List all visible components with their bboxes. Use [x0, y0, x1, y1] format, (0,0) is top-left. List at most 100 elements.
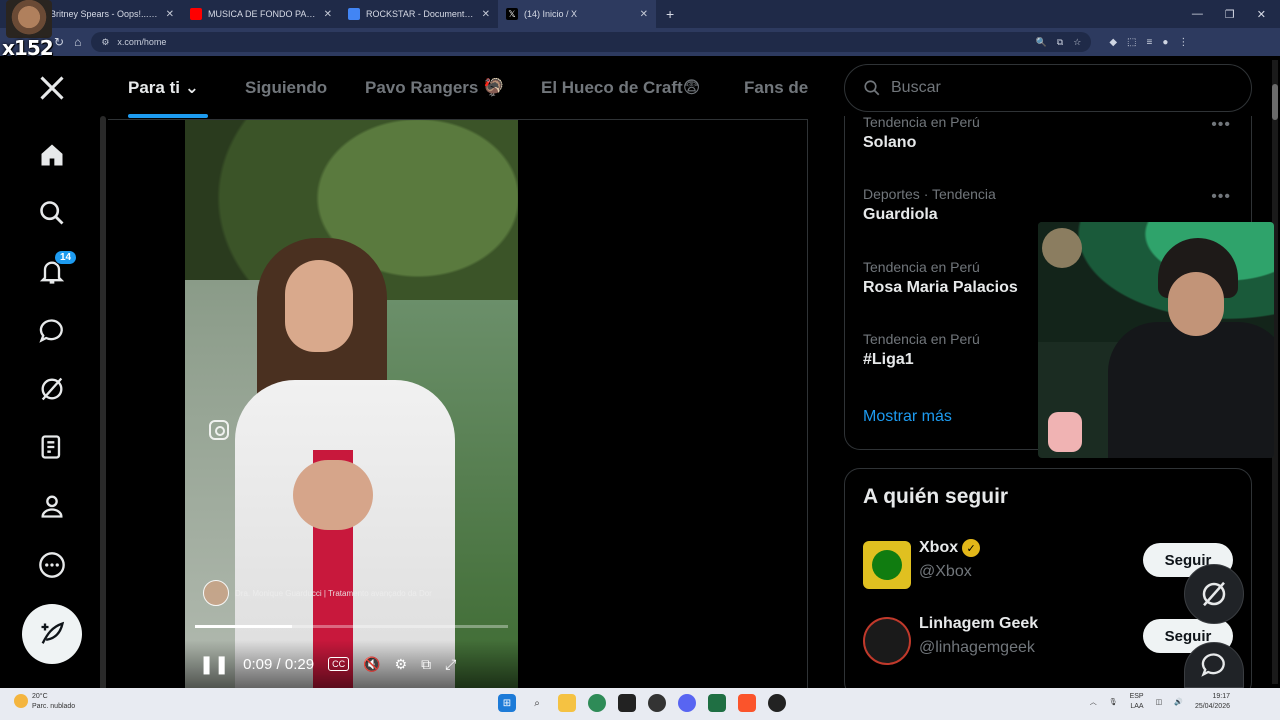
video-time: 0:09 / 0:29 — [243, 655, 315, 673]
site-settings-icon[interactable]: ⚙ — [101, 37, 109, 48]
tab-el-hueco-de-craft[interactable]: El Hueco de Craft😨 — [541, 78, 700, 98]
windows-start-icon[interactable]: ⊞ — [498, 694, 516, 712]
close-icon[interactable]: ✕ — [166, 9, 174, 20]
brave-icon[interactable] — [738, 694, 756, 712]
network-icon[interactable]: ◫ — [1156, 698, 1163, 706]
bookmark-star-icon[interactable]: ☆ — [1073, 37, 1081, 48]
weather-widget[interactable]: 20°C Parc. nublado — [14, 692, 75, 712]
discord-icon[interactable] — [678, 694, 696, 712]
captions-icon[interactable]: CC — [328, 657, 350, 671]
trend-context: Tendencia en Perú — [863, 331, 980, 347]
more-icon[interactable]: ••• — [1211, 116, 1231, 134]
language-indicator[interactable]: ESP LAA — [1130, 692, 1144, 712]
post-button[interactable] — [22, 604, 82, 664]
pip-icon[interactable]: ⧉ — [421, 656, 431, 673]
streamer-badge: x152 — [0, 0, 56, 60]
main-feed: Para ti ⌄ Siguiendo Pavo Rangers 🦃 El Hu… — [108, 56, 808, 688]
webcam-person-face — [1168, 272, 1224, 336]
excel-icon[interactable] — [708, 694, 726, 712]
menu-icon[interactable]: ⋮ — [1178, 37, 1188, 48]
more-options-icon[interactable] — [30, 543, 74, 587]
account-handle: @Xbox — [919, 563, 972, 580]
browser-tab[interactable]: ROCKSTAR - Documentos de G ✕ — [340, 0, 498, 28]
more-icon[interactable]: ••• — [1211, 188, 1231, 206]
notifications-bell-icon[interactable]: 14 — [30, 250, 78, 294]
video-progress-bar[interactable] — [195, 625, 508, 628]
weather-icon — [14, 694, 28, 708]
clock[interactable]: 19:17 25/04/2026 — [1195, 692, 1230, 712]
language-sub: LAA — [1130, 703, 1144, 710]
app-icon[interactable] — [648, 694, 666, 712]
home-icon[interactable]: ⌂ — [74, 35, 81, 49]
system-tray: ︿ 🎙 ESP LAA ◫ 🔊 19:17 25/04/2026 — [1090, 692, 1230, 712]
tab-para-ti[interactable]: Para ti ⌄ — [128, 78, 199, 98]
file-explorer-icon[interactable] — [558, 694, 576, 712]
volume-icon[interactable]: 🔊 — [1174, 698, 1183, 706]
zoom-icon[interactable]: 🔍 — [1036, 37, 1047, 48]
browser-tab[interactable]: MUSICA DE FONDO PARA H ✕ — [182, 0, 340, 28]
tab-pavo-rangers[interactable]: Pavo Rangers 🦃 — [365, 78, 504, 98]
terminal-icon[interactable] — [618, 694, 636, 712]
notifications-badge: 14 — [54, 250, 78, 265]
minimize-icon[interactable]: — — [1192, 8, 1203, 21]
close-window-icon[interactable]: ✕ — [1257, 8, 1266, 21]
who-to-follow-title: A quién seguir — [863, 485, 1009, 508]
close-icon[interactable]: ✕ — [640, 9, 648, 20]
close-icon[interactable]: ✕ — [482, 9, 490, 20]
grok-floating-button[interactable] — [1184, 564, 1244, 624]
active-tab-indicator — [128, 114, 208, 118]
trend-item[interactable]: Tendencia en Perú Rosa Maria Palacios — [863, 259, 1018, 297]
account-name: Xbox — [919, 539, 959, 556]
home-icon[interactable] — [30, 133, 74, 177]
close-icon[interactable]: ✕ — [324, 9, 332, 20]
grok-icon[interactable] — [30, 367, 74, 411]
show-more-link[interactable]: Mostrar más — [863, 408, 952, 426]
scrollbar-thumb[interactable] — [1272, 84, 1278, 120]
weather-desc: Parc. nublado — [32, 703, 76, 710]
media-icon[interactable]: ≡ — [1146, 37, 1152, 48]
webcam-lamp — [1042, 228, 1082, 268]
search-icon[interactable] — [30, 191, 74, 235]
obs-icon[interactable] — [768, 694, 786, 712]
left-nav: 14 — [0, 56, 108, 712]
fullscreen-icon[interactable]: ⤢ — [445, 656, 456, 673]
microphone-icon[interactable]: 🎙 — [1109, 698, 1118, 706]
trend-name: Guardiola — [863, 206, 938, 223]
x-logo-icon[interactable] — [30, 66, 74, 110]
taskbar-apps: ⊞ ⌕ — [498, 694, 786, 712]
trend-item[interactable]: Tendencia en Perú Solano — [863, 114, 980, 152]
trend-item[interactable]: Tendencia en Perú #Liga1 — [863, 331, 980, 369]
tab-fans-de[interactable]: Fans de — [744, 78, 808, 98]
chevron-down-icon: ⌄ — [184, 78, 199, 97]
x-logo-icon: 𝕏 — [506, 8, 518, 20]
tab-label: MUSICA DE FONDO PARA H — [208, 9, 318, 19]
browser-tab-active[interactable]: 𝕏 (14) Inicio / X ✕ — [498, 0, 656, 28]
new-tab-button[interactable]: + — [656, 6, 684, 22]
tab-siguiendo[interactable]: Siguiendo — [245, 78, 327, 98]
webcam-person-body — [1108, 322, 1274, 458]
compose-feather-icon — [41, 621, 65, 644]
video-credit-text: Dra. Monique Guarducci | Tratamento avan… — [235, 588, 432, 598]
profile-icon[interactable]: ● — [1162, 37, 1168, 48]
extension-icon[interactable]: ◆ — [1109, 37, 1117, 48]
pause-icon[interactable]: ❚❚ — [199, 654, 229, 675]
messages-icon[interactable] — [30, 309, 74, 353]
video-player[interactable]: Dra. Monique Guarducci | Tratamento avan… — [185, 120, 518, 688]
search-input[interactable]: Buscar — [844, 64, 1252, 112]
mute-icon[interactable]: 🔇 — [363, 656, 380, 673]
video-person-face — [285, 260, 353, 352]
settings-gear-icon[interactable]: ⚙ — [395, 656, 408, 673]
address-bar[interactable]: ⚙ x.com/home 🔍 ⧉ ☆ — [91, 32, 1092, 52]
puzzle-icon[interactable]: ⬚ — [1127, 37, 1136, 48]
left-scrollbar[interactable] — [100, 116, 106, 712]
video-credit: Dra. Monique Guarducci | Tratamento avan… — [203, 580, 432, 606]
profile-icon[interactable] — [30, 484, 74, 528]
chrome-icon[interactable] — [588, 694, 606, 712]
maximize-icon[interactable]: ❐ — [1225, 8, 1235, 21]
trend-name: #Liga1 — [863, 351, 914, 368]
lists-icon[interactable] — [30, 425, 74, 469]
install-icon[interactable]: ⧉ — [1057, 37, 1063, 48]
chevron-up-icon[interactable]: ︿ — [1090, 697, 1097, 707]
trend-item[interactable]: Deportes · Tendencia Guardiola — [863, 186, 996, 224]
search-icon[interactable]: ⌕ — [528, 694, 546, 712]
